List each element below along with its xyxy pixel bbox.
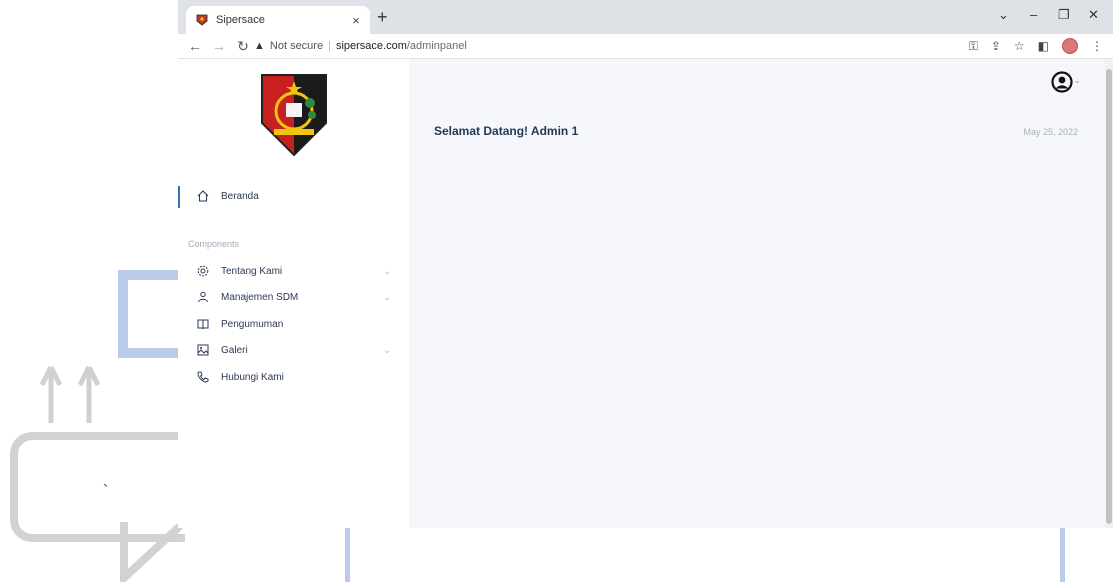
sidebar-item-label: Hubungi Kami (221, 371, 284, 383)
url-separator: | (328, 40, 331, 52)
up-arrow-icon (40, 365, 62, 423)
restore-icon[interactable]: ❐ (1058, 7, 1070, 23)
active-indicator (178, 186, 180, 208)
back-icon[interactable]: ← (188, 38, 202, 54)
chevron-down-icon[interactable]: ⌄ (1073, 75, 1081, 86)
home-icon (196, 189, 210, 203)
page-viewport: Beranda Components Tentang Kami ⌄ Manaje… (178, 59, 1113, 528)
new-tab-button[interactable]: + (377, 7, 388, 28)
book-icon (196, 317, 210, 331)
sidebar-item-label: Pengumuman (221, 318, 284, 330)
sidebar-item-label: Manajemen SDM (221, 291, 299, 303)
welcome-heading: Selamat Datang! Admin 1 (434, 124, 579, 138)
sidebar-item-tentang-kami[interactable]: Tentang Kami ⌄ (196, 264, 396, 278)
gear-icon (196, 264, 210, 278)
scrollbar-thumb[interactable] (1106, 69, 1112, 524)
security-label: Not secure (269, 40, 324, 52)
sidebar-item-label: Galeri (221, 344, 248, 356)
tab-title: Sipersace (216, 14, 265, 26)
close-window-icon[interactable]: ✕ (1088, 7, 1099, 23)
browser-tab[interactable]: Sipersace × (186, 6, 370, 34)
sidebar-item-galeri[interactable]: Galeri ⌄ (196, 343, 396, 357)
forward-icon[interactable]: → (212, 38, 226, 54)
emblem-logo (261, 74, 327, 157)
sidebar-item-pengumuman[interactable]: Pengumuman (196, 317, 396, 331)
up-arrow-icon (78, 365, 100, 423)
decorative-line (1060, 528, 1065, 582)
user-account-icon[interactable] (1051, 71, 1073, 93)
section-label: Components (188, 239, 240, 249)
main-content: ⌄ Selamat Datang! Admin 1 May 25, 2022 (409, 59, 1113, 528)
share-icon[interactable]: ⇪ (991, 39, 1001, 53)
browser-toolbar: ⚿ ⇪ ☆ ◧ ⋮ (969, 38, 1103, 54)
chevron-down-icon: ⌄ (383, 344, 391, 355)
current-date: May 25, 2022 (1023, 127, 1078, 137)
url-field[interactable]: ▲ Not secure | sipersace.com/adminpanel (254, 37, 467, 55)
reload-icon[interactable]: ↻ (236, 38, 250, 55)
sidebar-item-manajemen-sdm[interactable]: Manajemen SDM ⌄ (196, 290, 396, 304)
tab-close-icon[interactable]: × (348, 13, 364, 28)
sidebar-item-label: Beranda (221, 190, 259, 202)
decorative-line (345, 528, 350, 582)
chevron-down-icon: ⌄ (383, 291, 391, 302)
tab-search-chevron-icon[interactable]: ⌄ (998, 7, 1009, 23)
key-icon[interactable]: ⚿ (969, 39, 978, 54)
side-panel-icon[interactable]: ◧ (1038, 39, 1049, 53)
minimize-icon[interactable]: – (1030, 7, 1037, 22)
shield-favicon-icon (196, 14, 208, 26)
warning-icon: ▲ (254, 40, 265, 52)
profile-avatar[interactable] (1062, 38, 1078, 54)
browser-window: Sipersace × + ⌄ – ❐ ✕ ← → ↻ ▲ Not secure… (178, 0, 1113, 528)
user-icon (196, 290, 210, 304)
menu-icon[interactable]: ⋮ (1091, 39, 1103, 53)
sidebar-item-hubungi-kami[interactable]: Hubungi Kami (196, 370, 396, 384)
url-host: sipersace.com (335, 40, 407, 52)
sidebar-item-label: Tentang Kami (221, 265, 283, 277)
star-icon[interactable]: ☆ (1014, 39, 1025, 53)
tick-mark: ` (103, 483, 109, 500)
phone-icon (196, 370, 210, 384)
address-bar: ← → ↻ ▲ Not secure | sipersace.com/admin… (178, 34, 1113, 59)
speech-bubble-tail (120, 522, 183, 582)
chevron-down-icon: ⌄ (383, 265, 391, 276)
scrollbar[interactable] (1105, 59, 1113, 528)
tab-strip: Sipersace × + ⌄ – ❐ ✕ (178, 0, 1113, 34)
image-icon (196, 343, 210, 357)
sidebar: Beranda Components Tentang Kami ⌄ Manaje… (178, 59, 409, 528)
url-path: /adminpanel (406, 40, 467, 52)
sidebar-item-beranda[interactable]: Beranda (196, 189, 396, 203)
